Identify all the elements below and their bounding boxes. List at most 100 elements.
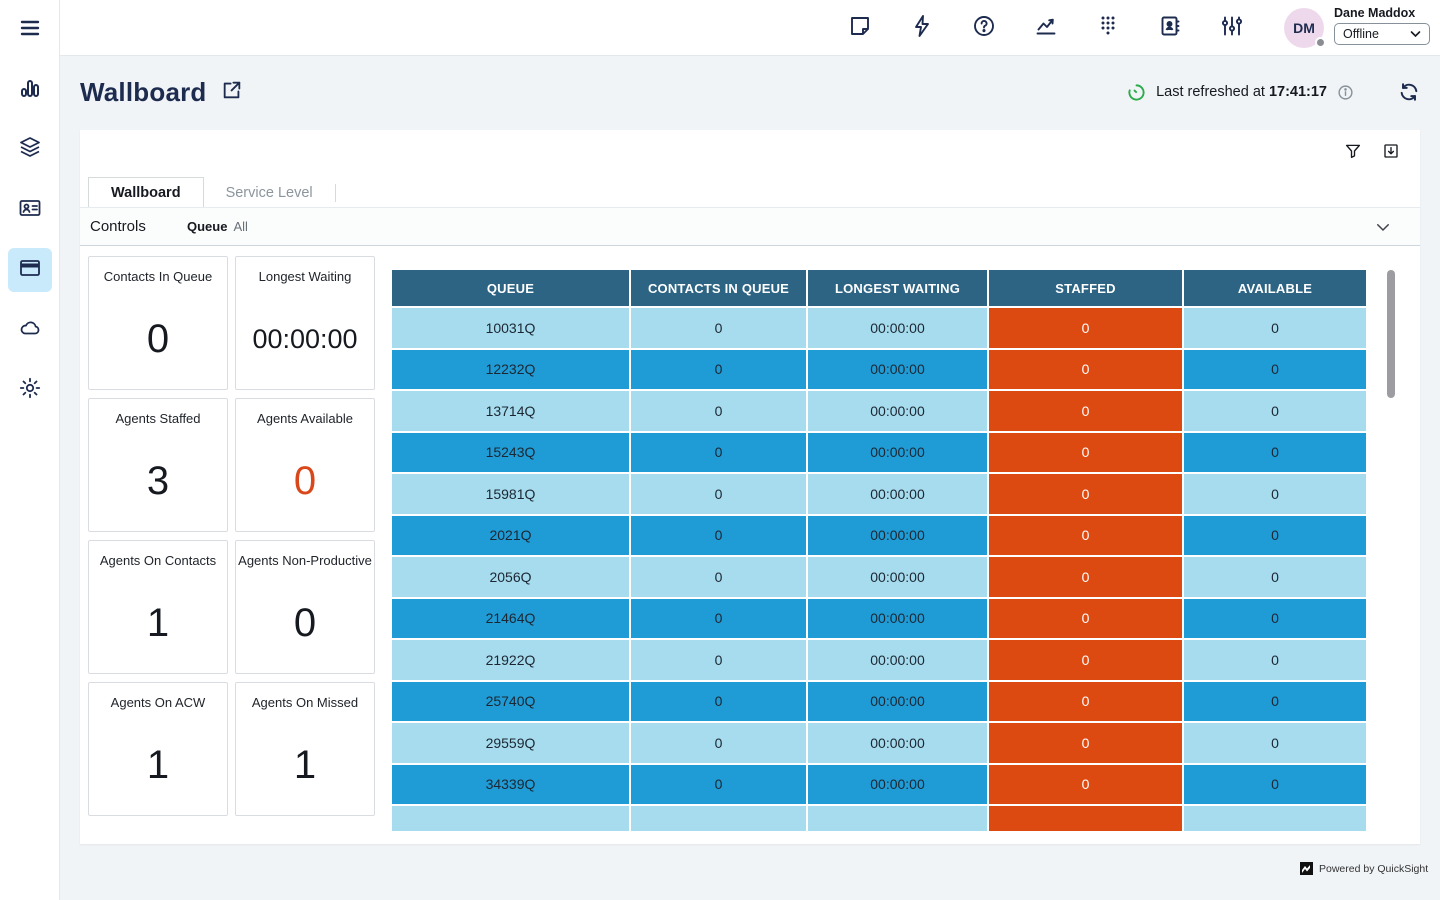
cell-contacts-in-queue[interactable]: 0 bbox=[631, 557, 806, 597]
cell-queue[interactable]: 15981Q bbox=[392, 474, 629, 514]
cell-available[interactable]: 0 bbox=[1184, 640, 1366, 680]
cell-staffed[interactable]: 0 bbox=[989, 640, 1182, 680]
cell-queue[interactable]: 21464Q bbox=[392, 599, 629, 639]
column-header[interactable]: AVAILABLE bbox=[1184, 270, 1366, 306]
address-book-button[interactable] bbox=[1157, 15, 1183, 41]
cell-staffed[interactable]: 0 bbox=[989, 391, 1182, 431]
tab-service-level[interactable]: Service Level bbox=[204, 177, 335, 208]
cell-staffed[interactable]: 0 bbox=[989, 350, 1182, 390]
cell-contacts-in-queue[interactable]: 0 bbox=[631, 599, 806, 639]
quick-actions-button[interactable] bbox=[909, 15, 935, 41]
column-header[interactable]: QUEUE bbox=[392, 270, 629, 306]
cell-available[interactable]: 0 bbox=[1184, 557, 1366, 597]
table-row: 2056Q000:00:0000 bbox=[392, 557, 1366, 597]
cell-contacts-in-queue[interactable]: 0 bbox=[631, 640, 806, 680]
cell-staffed[interactable]: 0 bbox=[989, 682, 1182, 722]
cell-staffed[interactable]: 0 bbox=[989, 433, 1182, 473]
cell-available[interactable]: 0 bbox=[1184, 723, 1366, 763]
cell-staffed[interactable]: 0 bbox=[989, 308, 1182, 348]
sidebar-item-cloud[interactable] bbox=[8, 308, 52, 352]
cell-longest-waiting[interactable]: 00:00:00 bbox=[808, 765, 987, 805]
cell-contacts-in-queue[interactable]: 0 bbox=[631, 474, 806, 514]
cell-queue[interactable]: 10031Q bbox=[392, 308, 629, 348]
metrics-button[interactable] bbox=[1033, 15, 1059, 41]
column-header[interactable]: CONTACTS IN QUEUE bbox=[631, 270, 806, 306]
help-button[interactable] bbox=[971, 15, 997, 41]
cell-available[interactable]: 0 bbox=[1184, 308, 1366, 348]
hamburger-menu-button[interactable] bbox=[8, 8, 52, 52]
queue-filter[interactable]: Queue All bbox=[187, 219, 248, 234]
sidebar-item-contacts[interactable] bbox=[8, 188, 52, 232]
cell-available[interactable]: 0 bbox=[1184, 391, 1366, 431]
cell-available[interactable]: 0 bbox=[1184, 765, 1366, 805]
controls-collapse-button[interactable] bbox=[1374, 218, 1392, 241]
refresh-button[interactable] bbox=[1398, 81, 1420, 103]
note-button[interactable] bbox=[847, 15, 873, 41]
cell-contacts-in-queue[interactable]: 0 bbox=[631, 391, 806, 431]
filter-button[interactable] bbox=[1342, 142, 1364, 164]
dialpad-button[interactable] bbox=[1095, 15, 1121, 41]
cell-longest-waiting[interactable]: 00:00:00 bbox=[808, 350, 987, 390]
cell-longest-waiting[interactable]: 00:00:00 bbox=[808, 474, 987, 514]
cell-contacts-in-queue[interactable]: 0 bbox=[631, 308, 806, 348]
scrollbar-thumb[interactable] bbox=[1387, 270, 1395, 398]
cell-longest-waiting[interactable]: 00:00:00 bbox=[808, 640, 987, 680]
cell-staffed[interactable]: 0 bbox=[989, 599, 1182, 639]
cell-staffed[interactable] bbox=[989, 806, 1182, 831]
sidebar-item-settings[interactable] bbox=[8, 368, 52, 412]
column-header[interactable]: LONGEST WAITING bbox=[808, 270, 987, 306]
cell-contacts-in-queue[interactable]: 0 bbox=[631, 516, 806, 556]
hamburger-icon bbox=[18, 16, 42, 45]
cell-queue[interactable]: 25740Q bbox=[392, 682, 629, 722]
cell-queue[interactable]: 29559Q bbox=[392, 723, 629, 763]
cell-staffed[interactable]: 0 bbox=[989, 765, 1182, 805]
cell-longest-waiting[interactable]: 00:00:00 bbox=[808, 391, 987, 431]
cell-longest-waiting[interactable] bbox=[808, 806, 987, 831]
cell-queue[interactable]: 34339Q bbox=[392, 765, 629, 805]
cell-longest-waiting[interactable]: 00:00:00 bbox=[808, 599, 987, 639]
cell-queue[interactable] bbox=[392, 806, 629, 831]
table-row: 13714Q000:00:0000 bbox=[392, 391, 1366, 431]
cell-available[interactable]: 0 bbox=[1184, 516, 1366, 556]
cell-longest-waiting[interactable]: 00:00:00 bbox=[808, 308, 987, 348]
powered-by-quicksight[interactable]: Powered by QuickSight bbox=[1300, 862, 1428, 875]
cell-queue[interactable]: 21922Q bbox=[392, 640, 629, 680]
cell-contacts-in-queue[interactable] bbox=[631, 806, 806, 831]
cell-contacts-in-queue[interactable]: 0 bbox=[631, 723, 806, 763]
cell-staffed[interactable]: 0 bbox=[989, 557, 1182, 597]
cell-available[interactable]: 0 bbox=[1184, 682, 1366, 722]
cell-queue[interactable]: 12232Q bbox=[392, 350, 629, 390]
sidebar-item-analytics[interactable] bbox=[8, 68, 52, 112]
cell-longest-waiting[interactable]: 00:00:00 bbox=[808, 557, 987, 597]
cell-available[interactable] bbox=[1184, 806, 1366, 831]
export-button[interactable] bbox=[1380, 142, 1402, 164]
cell-longest-waiting[interactable]: 00:00:00 bbox=[808, 723, 987, 763]
avatar[interactable]: DM bbox=[1284, 8, 1324, 48]
cell-staffed[interactable]: 0 bbox=[989, 723, 1182, 763]
sidebar-item-flows[interactable] bbox=[8, 127, 52, 171]
cell-available[interactable]: 0 bbox=[1184, 599, 1366, 639]
cell-available[interactable]: 0 bbox=[1184, 474, 1366, 514]
status-dropdown[interactable]: Offline bbox=[1334, 23, 1430, 45]
preferences-button[interactable] bbox=[1219, 15, 1245, 41]
cell-queue[interactable]: 2021Q bbox=[392, 516, 629, 556]
cell-queue[interactable]: 13714Q bbox=[392, 391, 629, 431]
cell-available[interactable]: 0 bbox=[1184, 433, 1366, 473]
cell-staffed[interactable]: 0 bbox=[989, 516, 1182, 556]
cell-contacts-in-queue[interactable]: 0 bbox=[631, 765, 806, 805]
cell-staffed[interactable]: 0 bbox=[989, 474, 1182, 514]
cell-available[interactable]: 0 bbox=[1184, 350, 1366, 390]
column-header[interactable]: STAFFED bbox=[989, 270, 1182, 306]
cell-longest-waiting[interactable]: 00:00:00 bbox=[808, 682, 987, 722]
cell-queue[interactable]: 2056Q bbox=[392, 557, 629, 597]
cell-queue[interactable]: 15243Q bbox=[392, 433, 629, 473]
cell-longest-waiting[interactable]: 00:00:00 bbox=[808, 516, 987, 556]
tab-wallboard[interactable]: Wallboard bbox=[88, 177, 204, 208]
open-external-button[interactable] bbox=[221, 79, 243, 106]
info-icon[interactable] bbox=[1337, 84, 1354, 101]
sidebar-item-wallboard[interactable] bbox=[8, 248, 52, 292]
cell-contacts-in-queue[interactable]: 0 bbox=[631, 682, 806, 722]
cell-contacts-in-queue[interactable]: 0 bbox=[631, 433, 806, 473]
cell-contacts-in-queue[interactable]: 0 bbox=[631, 350, 806, 390]
cell-longest-waiting[interactable]: 00:00:00 bbox=[808, 433, 987, 473]
